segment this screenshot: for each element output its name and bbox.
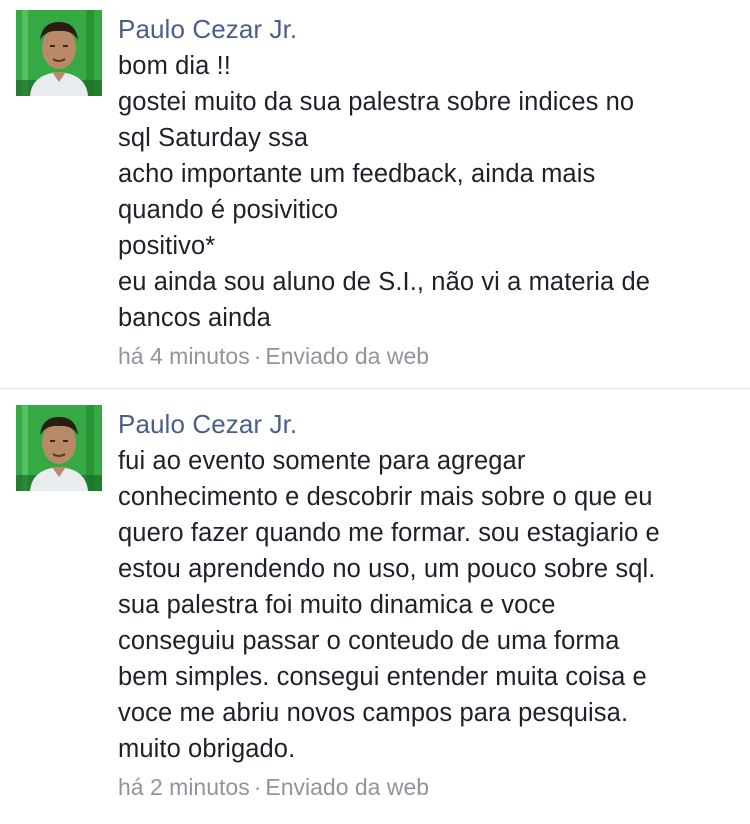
- message-meta: há 2 minutos · Enviado da web: [118, 772, 726, 802]
- message-line: eu ainda sou aluno de S.I., não vi a mat…: [118, 268, 651, 296]
- message-line: gostei muito da sua palestra sobre indic…: [118, 88, 635, 116]
- timestamp[interactable]: há 4 minutos: [118, 343, 250, 369]
- message-line: sua palestra foi muito dinamica e voce: [118, 591, 556, 619]
- message-meta: há 4 minutos · Enviado da web: [118, 341, 726, 371]
- message-content: Paulo Cezar Jr. fui ao evento somente pa…: [118, 407, 726, 802]
- sent-via: Enviado da web: [265, 774, 430, 800]
- message-line: acho importante um feedback, ainda mais: [118, 160, 596, 188]
- message-line: bom dia !!: [118, 52, 231, 80]
- message-line: muito obrigado.: [118, 735, 296, 763]
- author-name[interactable]: Paulo Cezar Jr.: [118, 12, 726, 46]
- avatar[interactable]: [16, 405, 102, 491]
- message-line: positivo*: [118, 232, 216, 260]
- message-line: conhecimento e descobrir mais sobre o qu…: [118, 483, 653, 511]
- sent-via: Enviado da web: [265, 343, 430, 369]
- message-line: quando é posivitico: [118, 196, 339, 224]
- message-item: Paulo Cezar Jr. fui ao evento somente pa…: [0, 389, 750, 824]
- message-item: Paulo Cezar Jr. bom dia !! gostei muito …: [0, 0, 750, 388]
- message-line: bancos ainda: [118, 304, 271, 332]
- avatar[interactable]: [16, 10, 102, 96]
- message-content: Paulo Cezar Jr. bom dia !! gostei muito …: [118, 12, 726, 371]
- message-line: fui ao evento somente para agregar: [118, 447, 526, 475]
- message-body: bom dia !! gostei muito da sua palestra …: [118, 48, 726, 336]
- message-line: quero fazer quando me formar. sou estagi…: [118, 519, 660, 547]
- message-line: sql Saturday ssa: [118, 124, 309, 152]
- meta-separator: ·: [253, 343, 262, 369]
- author-name[interactable]: Paulo Cezar Jr.: [118, 407, 726, 441]
- meta-separator: ·: [253, 774, 262, 800]
- message-line: bem simples. consegui entender muita coi…: [118, 663, 647, 691]
- profile-photo-icon: [16, 405, 102, 491]
- profile-photo-icon: [16, 10, 102, 96]
- message-body: fui ao evento somente para agregar conhe…: [118, 443, 726, 767]
- message-line: conseguiu passar o conteudo de uma forma: [118, 627, 620, 655]
- message-line: estou aprendendo no uso, um pouco sobre …: [118, 555, 656, 583]
- timestamp[interactable]: há 2 minutos: [118, 774, 250, 800]
- message-line: voce me abriu novos campos para pesquisa…: [118, 699, 629, 727]
- message-thread: Paulo Cezar Jr. bom dia !! gostei muito …: [0, 0, 750, 824]
